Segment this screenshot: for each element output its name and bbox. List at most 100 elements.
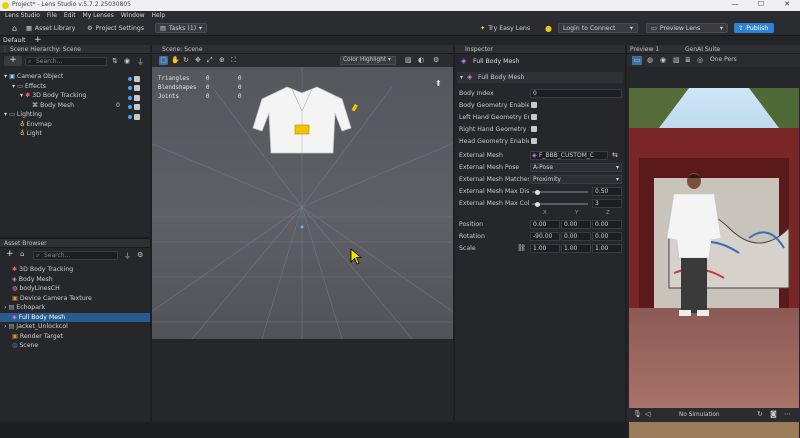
display-mode-dropdown[interactable]: Color Highlight ▾ <box>340 56 396 65</box>
filter-icon[interactable]: ⏚ <box>124 251 131 261</box>
add-object-button[interactable]: + <box>4 56 22 66</box>
genai-suite-tab[interactable]: GenAI Suite <box>685 45 720 54</box>
refresh-icon[interactable]: ↻ <box>757 410 763 418</box>
preview-lens-dropdown[interactable]: ▭ Preview Lens ▾ <box>646 23 728 33</box>
hand-tool-icon[interactable]: ✋ <box>171 56 180 64</box>
scale-tool-icon[interactable]: ⤢ <box>207 56 213 65</box>
add-layout-icon[interactable]: + <box>34 35 42 45</box>
simulation-dropdown[interactable]: No Simulation <box>679 412 720 418</box>
visibility-dot-icon[interactable] <box>128 95 132 100</box>
asset-item-scene[interactable]: ◎ Scene <box>0 341 150 351</box>
tree-item-effects[interactable]: ▾ ▭ Effects <box>0 82 150 91</box>
eye-icon[interactable]: ◉ <box>124 57 130 65</box>
right-hand-checkbox[interactable] <box>531 126 537 132</box>
max-dist-slider-knob[interactable] <box>535 189 541 195</box>
ghost-icon[interactable]: ● <box>545 23 552 33</box>
gear-icon[interactable]: ⚙ <box>137 251 143 259</box>
menu-help[interactable]: Help <box>152 12 166 19</box>
webcam-icon[interactable]: ◉ <box>660 56 666 64</box>
rotation-z-input[interactable]: 0.00 <box>592 232 622 241</box>
tree-item-lighting[interactable]: ▾ ▭ Lighting <box>0 110 150 120</box>
layout-tab-default[interactable]: Default <box>3 36 26 45</box>
asset-search-input[interactable]: ⌕ Search... <box>33 251 118 260</box>
position-z-input[interactable]: 0.00 <box>592 220 622 229</box>
camera-selector[interactable]: One Pers <box>710 56 737 63</box>
position-y-input[interactable]: 0.00 <box>561 220 591 229</box>
menu-window[interactable]: Window <box>121 12 145 19</box>
close-button[interactable]: ✕ <box>774 0 800 8</box>
camera-gizmo-icon[interactable]: ⬆ <box>435 79 442 88</box>
tasks-dropdown[interactable]: ▤ Tasks (1) ▾ <box>155 23 207 33</box>
image-icon[interactable]: ▨ <box>673 56 680 64</box>
max-dist-input[interactable]: 0.50 <box>592 187 622 196</box>
max-col-slider-knob[interactable] <box>535 201 541 207</box>
try-easy-lens-button[interactable]: ✦ Try Easy Lens <box>480 23 530 33</box>
body-geometry-checkbox[interactable] <box>531 102 537 108</box>
max-col-input[interactable]: 3 <box>592 199 622 208</box>
globe-icon[interactable]: ◍ <box>647 56 653 64</box>
microphone-icon[interactable]: 🎙 <box>633 410 642 418</box>
left-hand-checkbox[interactable] <box>531 114 537 120</box>
external-mesh-field[interactable]: ◈ F_BBB_CUSTOM_C <box>530 151 608 160</box>
body-index-input[interactable]: 0 <box>530 89 622 98</box>
swap-icon[interactable]: ⇆ <box>612 151 618 159</box>
more-icon[interactable]: ⋯ <box>784 410 791 418</box>
menu-edit[interactable]: Edit <box>64 12 76 19</box>
tree-item-envmap[interactable]: ♁ Envmap <box>0 120 150 130</box>
asset-library-button[interactable]: ▦ Asset Library <box>26 23 75 33</box>
visibility-dot-icon[interactable] <box>128 86 132 90</box>
tree-item-camera-object[interactable]: ▾ ▣ Camera Object <box>0 72 150 82</box>
device-frame-icon[interactable]: ▭ <box>632 56 642 65</box>
rotation-y-input[interactable]: 0.00 <box>561 232 591 241</box>
image-icon[interactable]: ▨ <box>405 56 412 64</box>
shading-icon[interactable]: ◐ <box>418 56 424 64</box>
minimize-button[interactable]: — <box>722 0 748 8</box>
publish-button[interactable]: ⇪ Publish <box>734 23 774 33</box>
visibility-dot-icon[interactable] <box>128 114 132 119</box>
tree-item-body-mesh[interactable]: ⌘ Body Mesh 0 <box>0 101 150 110</box>
scale-z-input[interactable]: 1.00 <box>592 244 622 253</box>
menu-lens-studio[interactable]: Lens Studio <box>5 12 40 19</box>
pivot-icon[interactable]: ⊕ <box>219 56 225 64</box>
asset-item-device-camera-texture[interactable]: ▣ Device Camera Texture <box>0 294 150 304</box>
mesh-matches-dropdown[interactable]: Proximity ▾ <box>530 175 622 184</box>
menu-file[interactable]: File <box>47 12 57 19</box>
filter-icon[interactable]: ⏚ <box>137 57 144 67</box>
component-header[interactable]: ▾ ◈ Full Body Mesh <box>457 72 623 83</box>
visibility-dot-icon[interactable] <box>128 76 132 81</box>
jacket-mesh[interactable] <box>247 83 357 158</box>
asset-item-body-mesh[interactable]: ◈ Body Mesh <box>0 275 150 285</box>
scale-y-input[interactable]: 1.00 <box>561 244 591 253</box>
visibility-dot-icon[interactable] <box>128 105 132 109</box>
panel-menu-icon[interactable]: ⋮ <box>2 46 8 53</box>
eye-icon[interactable]: ◎ <box>697 56 703 64</box>
select-tool-icon[interactable]: ▢ <box>159 56 168 65</box>
add-asset-icon[interactable]: + <box>6 250 14 259</box>
rotation-x-input[interactable]: -90.00 <box>530 232 560 241</box>
menu-my-lenses[interactable]: My Lenses <box>83 12 114 19</box>
asset-item-render-target[interactable]: ▣ Render Target <box>0 332 150 342</box>
link-icon[interactable]: ⛓ <box>517 244 526 252</box>
tree-item-3d-body-tracking[interactable]: ▾ ✱ 3D Body Tracking <box>0 91 150 101</box>
move-tool-icon[interactable]: ✥ <box>195 56 201 64</box>
asset-item-3d-body-tracking[interactable]: ✱ 3D Body Tracking <box>0 265 150 275</box>
hierarchy-search-input[interactable]: ⌕ Search... <box>25 57 107 66</box>
asset-item-full-body-mesh[interactable]: ◈ Full Body Mesh <box>0 312 150 322</box>
home-icon[interactable]: ⌂ <box>12 23 17 33</box>
gear-icon[interactable]: ⚙ <box>433 56 439 64</box>
max-col-slider-track[interactable] <box>532 203 588 205</box>
scale-x-input[interactable]: 1.00 <box>530 244 560 253</box>
mesh-pose-dropdown[interactable]: A-Pose ▾ <box>530 163 622 172</box>
asset-item-bodylinesch[interactable]: ◍ bodyLinesCH <box>0 284 150 294</box>
maximize-button[interactable]: ☐ <box>748 0 774 8</box>
project-settings-button[interactable]: ⚙ Project Settings <box>87 23 144 33</box>
layers-icon[interactable]: ≣ <box>685 56 691 64</box>
max-dist-slider-track[interactable] <box>532 191 588 193</box>
store-icon[interactable]: ⌂ <box>20 250 24 258</box>
asset-item-echopark[interactable]: › ▤ Echopark <box>0 303 150 313</box>
tree-item-light[interactable]: ♁ Light <box>0 129 150 139</box>
rotate-tool-icon[interactable]: ↻ <box>183 56 189 64</box>
position-x-input[interactable]: 0.00 <box>530 220 560 229</box>
frame-icon[interactable]: ⛶ <box>231 56 236 65</box>
login-dropdown[interactable]: Login to Connect ▾ <box>558 23 638 33</box>
